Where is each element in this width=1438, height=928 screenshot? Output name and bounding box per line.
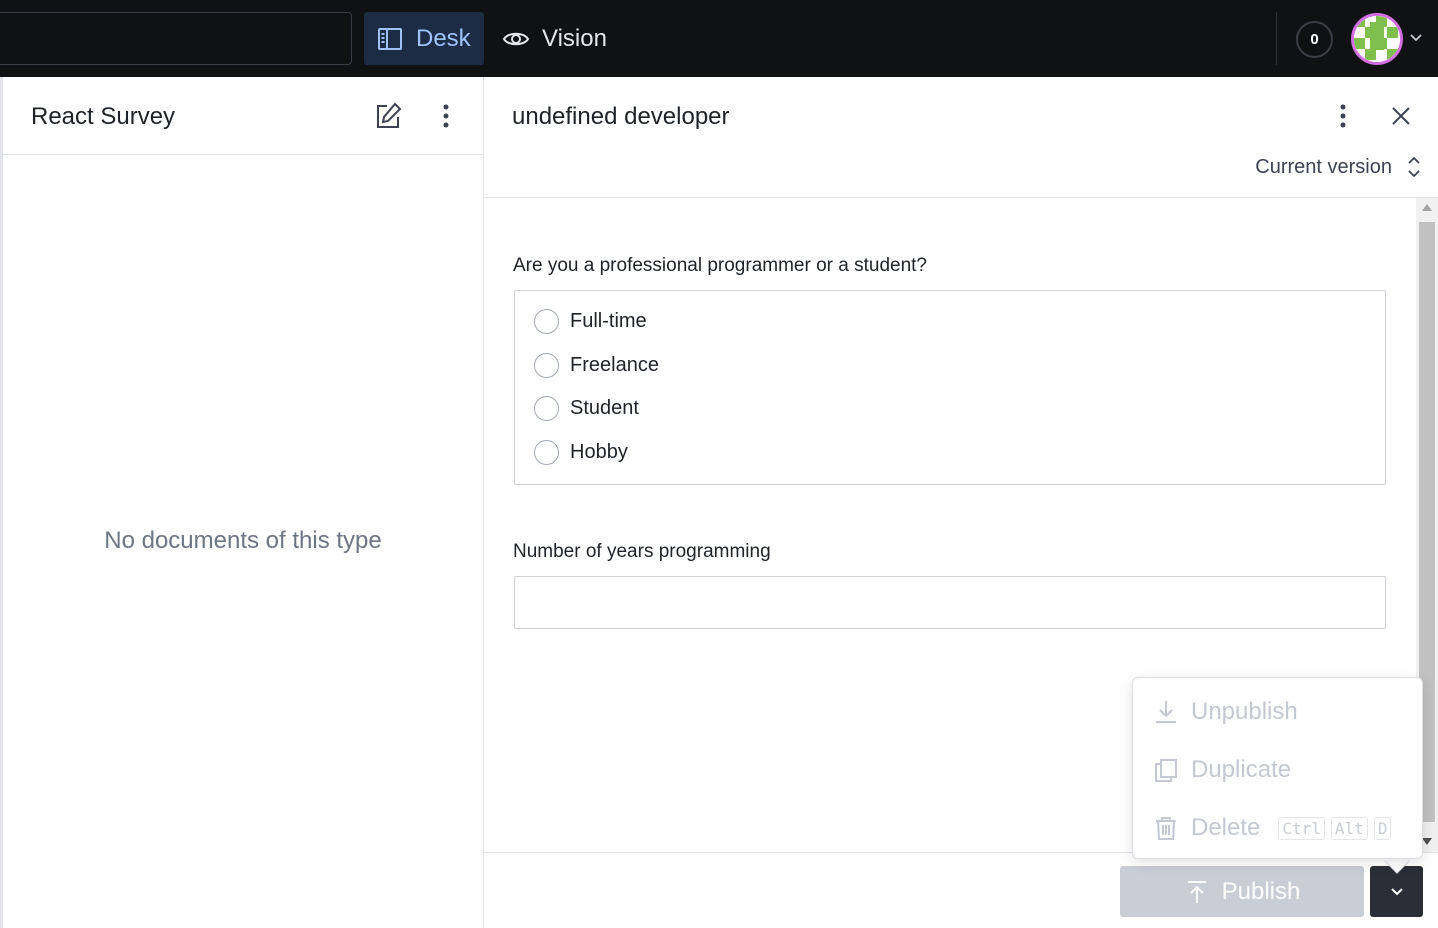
radio-button[interactable] bbox=[534, 352, 559, 378]
version-label: Current version bbox=[1255, 155, 1392, 178]
menu-item-label: Unpublish bbox=[1191, 698, 1298, 725]
close-icon[interactable] bbox=[1386, 101, 1416, 131]
pane-title: React Survey bbox=[31, 103, 176, 130]
shortcut-key: Ctrl bbox=[1278, 816, 1325, 840]
menu-item-unpublish[interactable]: Unpublish bbox=[1153, 695, 1298, 729]
tool-vision-button[interactable]: Vision bbox=[500, 12, 620, 65]
unpublish-icon bbox=[1153, 699, 1179, 725]
radio-button[interactable] bbox=[534, 439, 559, 465]
compose-icon[interactable] bbox=[373, 101, 403, 131]
radio-option-student[interactable]: Student bbox=[534, 394, 639, 422]
chevron-up-down-icon bbox=[1404, 154, 1424, 180]
topbar-divider bbox=[1276, 12, 1277, 65]
occupation-radio-group: Full-time Freelance Student Hobby bbox=[514, 290, 1386, 485]
notification-badge[interactable]: 0 bbox=[1296, 21, 1333, 58]
editor-header: undefined developer Current version bbox=[484, 77, 1438, 198]
empty-state-message: No documents of this type bbox=[104, 527, 382, 554]
more-vertical-icon[interactable] bbox=[431, 101, 461, 131]
publish-label: Publish bbox=[1221, 877, 1301, 905]
chevron-down-icon bbox=[1390, 887, 1403, 895]
radio-option-label: Hobby bbox=[570, 440, 628, 463]
eye-icon bbox=[502, 25, 530, 53]
editor-footer: Publish bbox=[484, 852, 1438, 928]
shortcut-key: D bbox=[1373, 816, 1392, 840]
years-number-input[interactable] bbox=[514, 576, 1386, 629]
menu-item-label: Delete bbox=[1191, 814, 1261, 841]
publish-icon bbox=[1184, 879, 1210, 905]
scroll-up-arrow-icon[interactable] bbox=[1422, 204, 1432, 211]
chevron-down-icon[interactable] bbox=[1408, 30, 1424, 46]
top-navbar: Desk Vision 0 bbox=[0, 0, 1438, 77]
tool-desk-label: Desk bbox=[416, 24, 471, 52]
scroll-down-arrow-icon[interactable] bbox=[1422, 838, 1432, 845]
document-actions-menu: Unpublish Duplicate Delete Ctrl Alt D bbox=[1132, 677, 1423, 859]
tool-vision-label: Vision bbox=[542, 24, 607, 52]
more-vertical-icon[interactable] bbox=[1328, 101, 1358, 131]
radio-option-label: Student bbox=[570, 396, 639, 419]
radio-option-label: Full-time bbox=[570, 309, 647, 332]
radio-button[interactable] bbox=[534, 308, 559, 334]
desk-icon bbox=[376, 25, 404, 53]
radio-option-label: Freelance bbox=[570, 353, 659, 376]
radio-option-full-time[interactable]: Full-time bbox=[534, 307, 647, 335]
radio-option-freelance[interactable]: Freelance bbox=[534, 351, 659, 379]
radio-button[interactable] bbox=[534, 395, 559, 421]
menu-item-duplicate[interactable]: Duplicate bbox=[1153, 753, 1291, 787]
pane-header: React Survey bbox=[3, 77, 483, 155]
avatar-pattern-icon bbox=[1354, 16, 1400, 62]
document-title: undefined developer bbox=[512, 103, 730, 130]
trash-icon bbox=[1153, 815, 1179, 841]
menu-item-delete[interactable]: Delete Ctrl Alt D bbox=[1153, 811, 1392, 845]
radio-option-hobby[interactable]: Hobby bbox=[534, 438, 628, 466]
menu-item-label: Duplicate bbox=[1191, 756, 1292, 783]
document-list-pane: React Survey No documents of this type bbox=[0, 77, 484, 928]
search-input[interactable] bbox=[0, 12, 352, 65]
shortcut-key: Alt bbox=[1330, 816, 1368, 840]
duplicate-icon bbox=[1153, 757, 1179, 783]
version-selector[interactable]: Current version bbox=[1224, 153, 1424, 181]
tool-desk-button[interactable]: Desk bbox=[364, 12, 484, 65]
years-field-label: Number of years programming bbox=[513, 541, 771, 562]
publish-button[interactable]: Publish bbox=[1120, 866, 1364, 917]
occupation-field-label: Are you a professional programmer or a s… bbox=[513, 255, 927, 276]
user-avatar[interactable] bbox=[1351, 13, 1403, 65]
